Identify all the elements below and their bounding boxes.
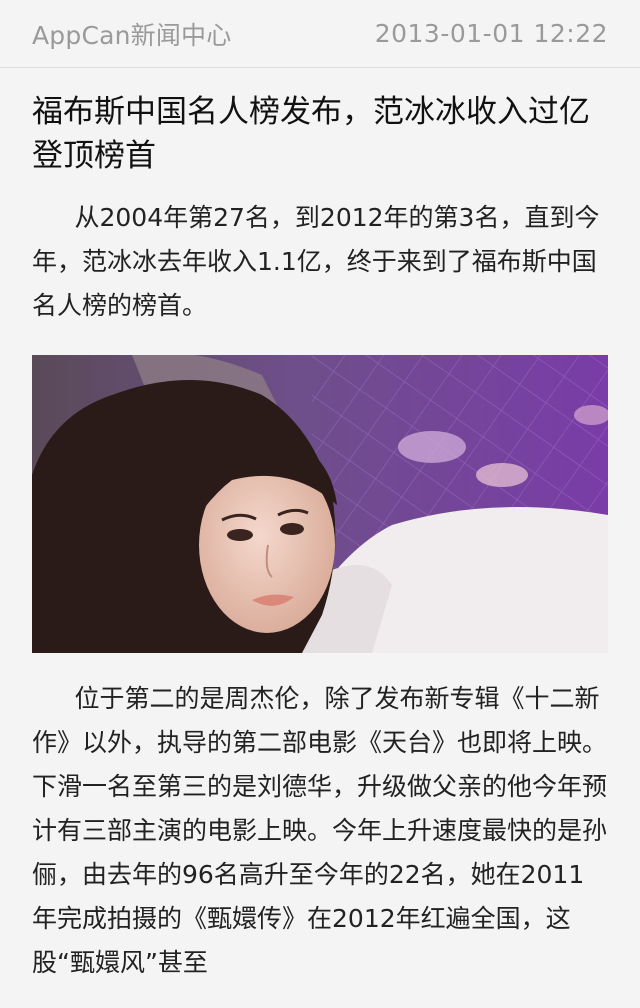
app-header: AppCan新闻中心 2013-01-01 12:22 (0, 0, 640, 68)
app-name: AppCan新闻中心 (32, 20, 232, 50)
article-body: 位于第二的是周杰伦，除了发布新专辑《十二新作》以外，执导的第二部电影《天台》也即… (32, 684, 608, 977)
article-title: 福布斯中国名人榜发布，范冰冰收入过亿登顶榜首 (32, 94, 590, 174)
article-datetime: 2013-01-01 12:22 (374, 19, 608, 48)
article-photo (32, 355, 608, 653)
article: 福布斯中国名人榜发布，范冰冰收入过亿登顶榜首 从2004年第27名，到2012年… (0, 90, 640, 985)
article-intro: 从2004年第27名，到2012年的第3名，直到今年，范冰冰去年收入1.1亿，终… (32, 203, 600, 320)
